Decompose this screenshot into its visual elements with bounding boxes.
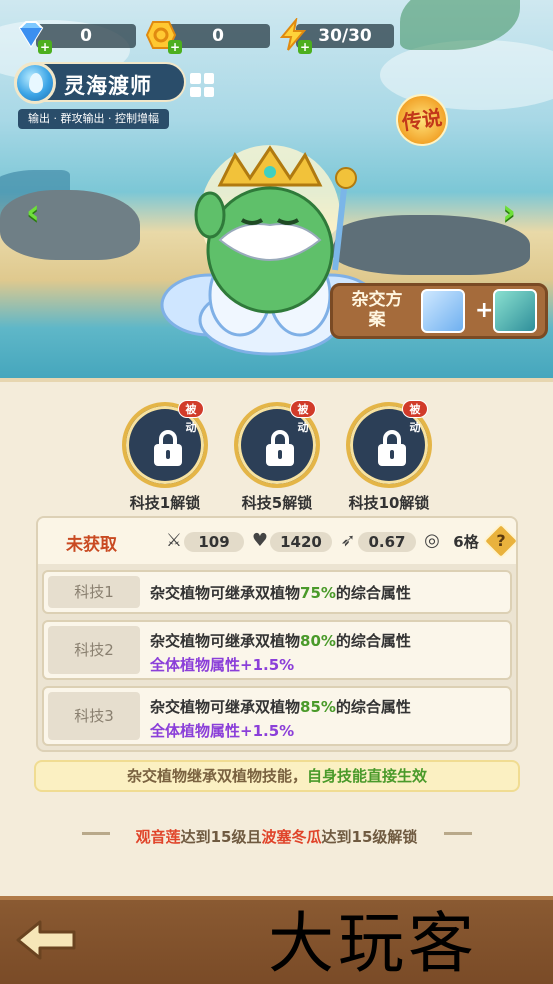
- tech-bonus: 全体植物属性+1.5%: [150, 656, 295, 674]
- coin-count: 0: [212, 26, 224, 46]
- health-value: 1420: [270, 532, 332, 552]
- hybrid-plan-label: 杂交方案: [351, 290, 403, 330]
- tech-row: 科技3 杂交植物可继承双植物85%的综合属性 全体植物属性+1.5%: [42, 686, 512, 746]
- status-badge: 未获取: [66, 535, 117, 555]
- skill-unlock-label: 科技5解锁: [241, 494, 313, 512]
- passive-badge: 被动: [178, 400, 204, 434]
- tech-bonus: 全体植物属性+1.5%: [150, 722, 295, 740]
- currency-bar: 0 + 0 + 30/30 +: [14, 18, 394, 54]
- tech-tag: 科技1: [48, 576, 140, 608]
- diamond-count: 0: [80, 26, 92, 46]
- skill-icon-locked: 被动: [234, 400, 320, 488]
- tech-desc-text: 的综合属性: [335, 632, 411, 650]
- tech-percent: 80%: [300, 632, 336, 650]
- character-name-badge: 灵海渡师: [14, 62, 186, 104]
- grid-menu-icon[interactable]: [190, 73, 214, 97]
- help-button[interactable]: ?: [482, 522, 516, 560]
- tech-row: 科技2 杂交植物可继承双植物80%的综合属性 全体植物属性+1.5%: [42, 620, 512, 680]
- character-name: 灵海渡师: [64, 74, 152, 98]
- tech-tag: 科技2: [48, 626, 140, 674]
- unlock-text: 达到15级且: [180, 828, 262, 846]
- add-energy-button[interactable]: +: [298, 40, 312, 54]
- range-icon: ◎: [424, 530, 440, 551]
- help-icon: ?: [496, 531, 506, 550]
- stats-card: 未获取 ⚔ 109 ♥ 1420 ➶ 0.67 ◎ 6格 ? 科技1 杂交植物可…: [36, 516, 518, 752]
- skill-slot[interactable]: 被动 科技1解锁: [120, 400, 210, 513]
- hybrid-plan-panel[interactable]: 杂交方案 +: [330, 283, 548, 339]
- attack-value: 109: [184, 532, 244, 552]
- tech-percent: 75%: [300, 584, 336, 602]
- skill-unlock-label: 科技10解锁: [348, 494, 430, 512]
- passive-badge: 被动: [290, 400, 316, 434]
- add-coin-button[interactable]: +: [168, 40, 182, 54]
- note-text: 杂交植物继承双植物技能，: [126, 767, 307, 785]
- unlock-plant: 观音莲: [135, 828, 181, 846]
- watermark: 大玩客: [268, 905, 478, 982]
- skill-icon-locked: 被动: [346, 400, 432, 488]
- divider-ornament: [444, 832, 472, 840]
- hybrid-skill-note: 杂交植物继承双植物技能，自身技能直接生效: [34, 760, 520, 792]
- unlock-plant: 波塞冬瓜: [261, 828, 322, 846]
- tech-desc-text: 杂交植物可继承双植物: [150, 632, 301, 650]
- unlock-text: 达到15级解锁: [321, 828, 418, 846]
- tech-description: 杂交植物可继承双植物85%的综合属性: [150, 696, 411, 717]
- hybrid-parent-card[interactable]: [493, 289, 537, 333]
- skill-icon-locked: 被动: [122, 400, 208, 488]
- tech-description: 杂交植物可继承双植物75%的综合属性: [150, 582, 411, 603]
- range-value: 6格: [453, 533, 479, 551]
- heart-icon: ♥: [251, 530, 269, 551]
- tech-desc-text: 的综合属性: [335, 698, 411, 716]
- prev-arrow-icon[interactable]: ‹: [26, 195, 52, 229]
- tech-desc-text: 的综合属性: [335, 584, 411, 602]
- tech-desc-text: 杂交植物可继承双植物: [150, 698, 301, 716]
- back-arrow-icon[interactable]: [14, 918, 78, 962]
- skill-slot[interactable]: 被动 科技10解锁: [344, 400, 434, 513]
- tech-desc-text: 杂交植物可继承双植物: [150, 584, 301, 602]
- tech-percent: 85%: [300, 698, 336, 716]
- tech-tag: 科技3: [48, 692, 140, 740]
- skill-unlock-label: 科技1解锁: [129, 494, 201, 512]
- note-highlight: 自身技能直接生效: [307, 767, 428, 785]
- speed-value: 0.67: [358, 532, 416, 552]
- rock-decoration: [0, 190, 140, 260]
- passive-badge: 被动: [402, 400, 428, 434]
- energy-count: 30/30: [318, 26, 372, 46]
- tech-description: 杂交植物可继承双植物80%的综合属性: [150, 630, 411, 651]
- sword-icon: ⚔: [165, 530, 183, 551]
- stats-row: 未获取 ⚔ 109 ♥ 1420 ➶ 0.67 ◎ 6格 ?: [38, 518, 516, 564]
- tech-row: 科技1 杂交植物可继承双植物75%的综合属性: [42, 570, 512, 614]
- skill-slot[interactable]: 被动 科技5解锁: [232, 400, 322, 513]
- hybrid-parent-card[interactable]: [421, 289, 465, 333]
- plus-icon: +: [475, 298, 494, 323]
- water-drop-icon: [14, 62, 56, 104]
- speed-icon: ➶: [340, 530, 356, 551]
- character-tags: 输出 · 群攻输出 · 控制增幅: [18, 109, 169, 129]
- add-diamond-button[interactable]: +: [38, 40, 52, 54]
- next-arrow-icon[interactable]: ›: [502, 195, 528, 229]
